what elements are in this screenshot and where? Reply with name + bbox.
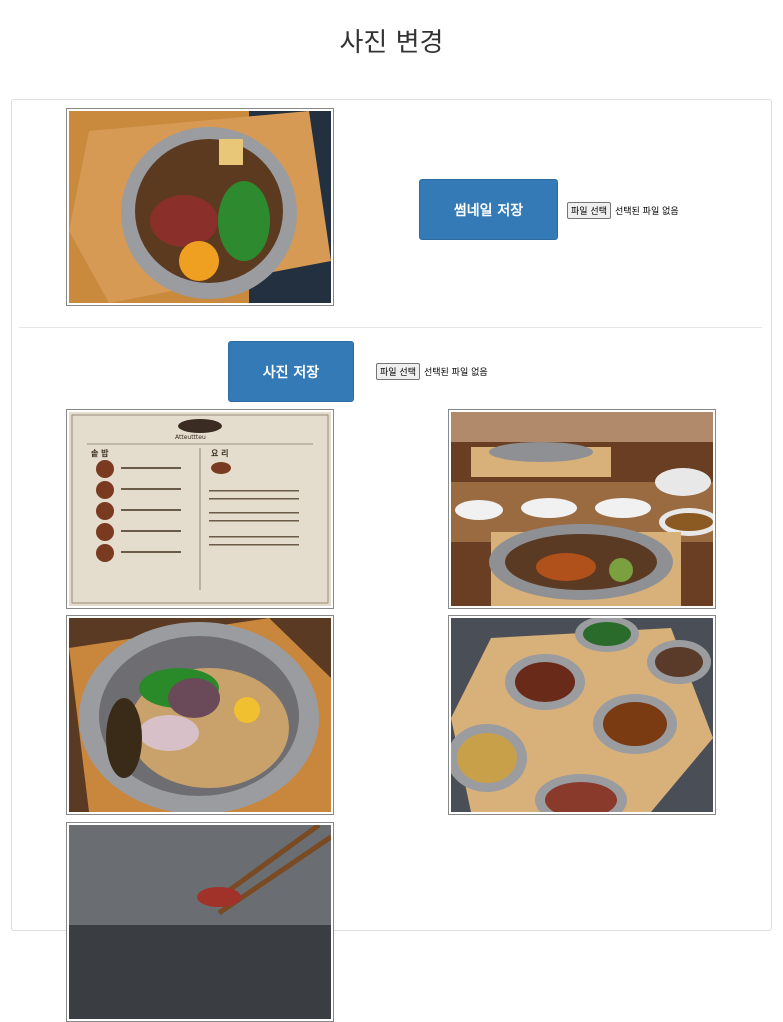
save-thumbnail-button[interactable]: 썸네일 저장 [419, 179, 558, 240]
thumbnail-file-status: 선택된 파일 없음 [614, 207, 679, 217]
photo-chopsticks [66, 822, 334, 1022]
menu-section-left: 솥 밥 [91, 449, 109, 458]
save-photos-button[interactable]: 사진 저장 [228, 341, 354, 402]
photos-file-button[interactable]: 파일 선택 [376, 363, 420, 380]
thumbnail-file-button[interactable]: 파일 선택 [567, 202, 611, 219]
page-title: 사진 변경 [339, 28, 444, 58]
section-divider [19, 327, 762, 328]
thumbnail-image [66, 108, 334, 306]
menu-section-right: 요 리 [211, 449, 229, 458]
photo-bowl-set [448, 615, 716, 815]
menu-brand: Atteuttteu [175, 434, 206, 441]
photo-octopus-bowl [66, 615, 334, 815]
photo-panel: 썸네일 저장 파일 선택 선택된 파일 없음 사진 저장 파일 선택 선택된 파… [11, 99, 772, 1022]
thumbnail-file-input[interactable]: 파일 선택 선택된 파일 없음 [567, 202, 679, 219]
photos-file-input[interactable]: 파일 선택 선택된 파일 없음 [376, 363, 488, 380]
photos-file-status: 선택된 파일 없음 [423, 368, 488, 378]
photo-table-spread [448, 409, 716, 609]
photo-menu: Atteuttteu 솥 밥 요 리 [66, 409, 334, 609]
